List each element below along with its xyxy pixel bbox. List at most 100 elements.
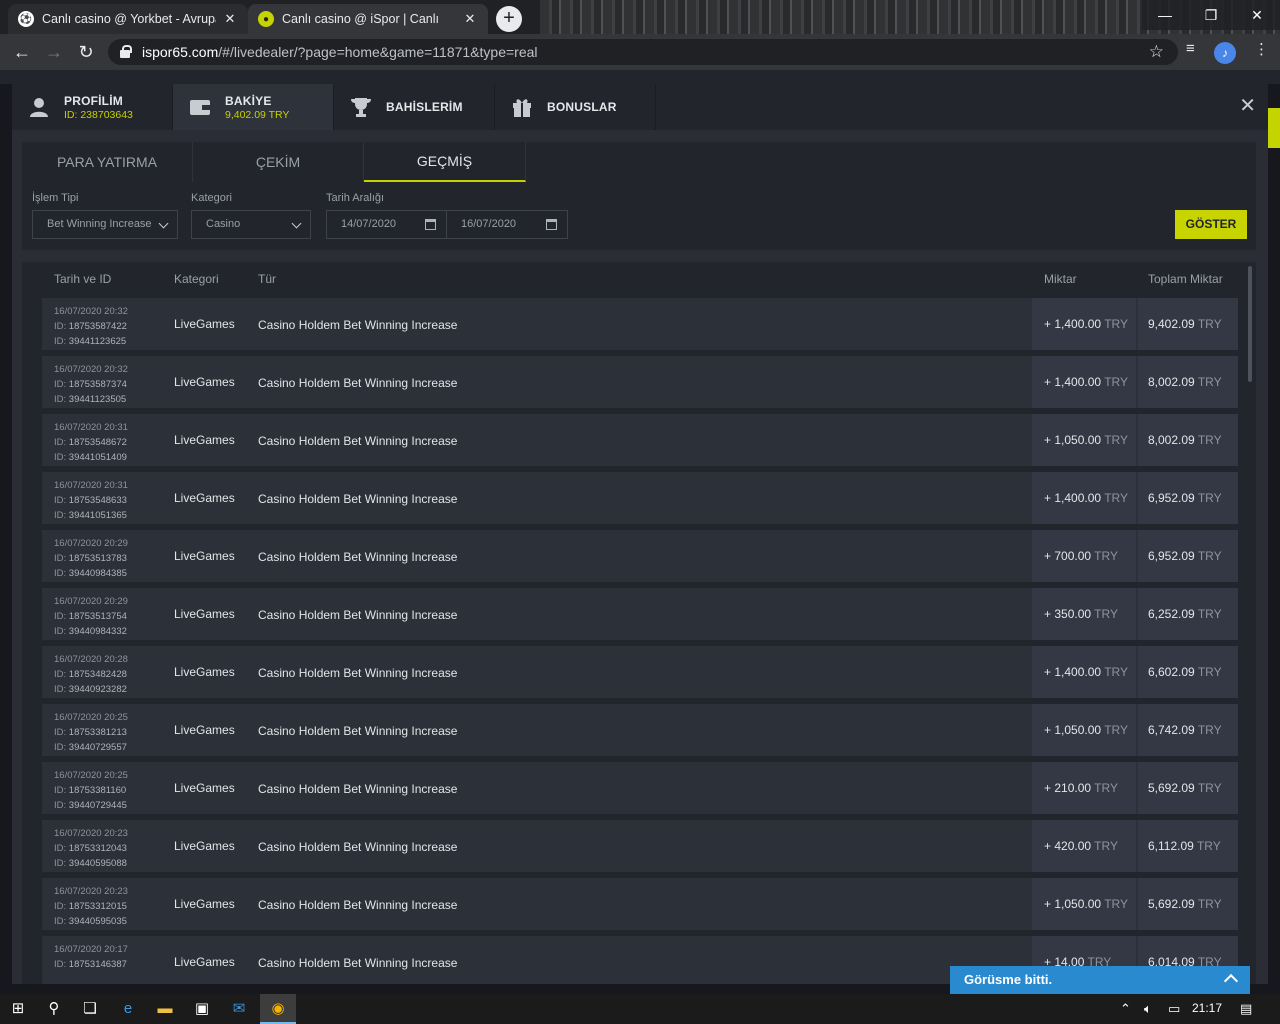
row-total: 5,692.09 TRY bbox=[1138, 762, 1238, 814]
row-total: 6,112.09 TRY bbox=[1138, 820, 1238, 872]
row-date: 16/07/2020 20:31 bbox=[54, 422, 128, 433]
address-bar[interactable]: ispor65.com/#/livedealer/?page=home&game… bbox=[108, 39, 1178, 65]
store-icon[interactable]: ▣ bbox=[192, 999, 212, 1019]
ispor-logo-icon: ● bbox=[258, 11, 274, 27]
table-row[interactable]: 16/07/2020 20:28 ID: 18753482428 ID: 39440… bbox=[42, 646, 1238, 698]
file-explorer-icon[interactable]: ▬ bbox=[155, 999, 175, 1019]
notification-icon[interactable]: ▤ bbox=[1240, 1001, 1252, 1017]
row-type: Casino Holdem Bet Winning Increase bbox=[258, 376, 458, 390]
profile-avatar-icon[interactable]: ♪ bbox=[1214, 42, 1236, 64]
row-category: LiveGames bbox=[174, 665, 235, 679]
row-category: LiveGames bbox=[174, 375, 235, 389]
tray-chevron-icon[interactable]: ⌃ bbox=[1120, 1001, 1131, 1017]
row-id1: ID: 18753548633 bbox=[54, 495, 127, 506]
chrome-icon[interactable]: ◉ bbox=[268, 999, 288, 1019]
chat-bar[interactable]: Görüsme bitti. bbox=[950, 966, 1250, 994]
tab-my-bets[interactable]: BAHİSLERİM bbox=[334, 84, 495, 130]
forward-arrow-icon[interactable]: → bbox=[42, 40, 66, 64]
edge-icon[interactable]: e bbox=[118, 999, 138, 1019]
close-tab-icon[interactable]: ✕ bbox=[222, 11, 238, 27]
tab-bonuses[interactable]: BONUSLAR bbox=[495, 84, 656, 130]
reload-icon[interactable]: ↻ bbox=[74, 40, 98, 64]
close-window-icon[interactable]: ✕ bbox=[1234, 0, 1280, 30]
table-row[interactable]: 16/07/2020 20:32 ID: 18753587374 ID: 39441… bbox=[42, 356, 1238, 408]
row-id2: ID: 39440923282 bbox=[54, 684, 127, 695]
table-row[interactable]: 16/07/2020 20:32 ID: 18753587422 ID: 39441… bbox=[42, 298, 1238, 350]
bookmark-star-icon[interactable]: ☆ bbox=[1149, 42, 1164, 62]
show-button[interactable]: GÖSTER bbox=[1175, 210, 1247, 239]
tab-balance-amount: 9,402.09 TRY bbox=[225, 108, 290, 121]
calendar-icon bbox=[546, 219, 557, 230]
subtab-withdraw[interactable]: ÇEKİM bbox=[193, 142, 364, 182]
row-id1: ID: 18753381213 bbox=[54, 727, 127, 738]
close-tab-icon[interactable]: ✕ bbox=[462, 11, 478, 27]
type-filter-value: Bet Winning Increase bbox=[47, 218, 152, 230]
row-id1: ID: 18753548672 bbox=[54, 437, 127, 448]
chevron-up-icon[interactable] bbox=[1223, 973, 1239, 989]
row-type: Casino Holdem Bet Winning Increase bbox=[258, 666, 458, 680]
media-control-icon[interactable]: ≡ bbox=[1186, 40, 1195, 57]
volume-icon[interactable]: 🔈︎ bbox=[1144, 1001, 1152, 1017]
tab-balance[interactable]: BAKİYE 9,402.09 TRY bbox=[173, 84, 334, 130]
windows-start-icon[interactable]: ⊞ bbox=[8, 999, 28, 1019]
task-view-icon[interactable]: ❏ bbox=[80, 999, 100, 1019]
subtab-history[interactable]: GEÇMİŞ bbox=[364, 142, 526, 182]
back-arrow-icon[interactable]: ← bbox=[10, 40, 34, 64]
history-filters: İşlem Tipi Bet Winning Increase Kategori… bbox=[22, 182, 1256, 250]
mail-icon[interactable]: ✉ bbox=[229, 999, 249, 1019]
new-tab-button[interactable]: + bbox=[496, 6, 522, 32]
col-category: Kategori bbox=[174, 272, 219, 286]
row-type: Casino Holdem Bet Winning Increase bbox=[258, 608, 458, 622]
taskbar-clock[interactable]: 21:17 bbox=[1192, 1001, 1222, 1015]
table-row[interactable]: 16/07/2020 20:23 ID: 18753312043 ID: 39440… bbox=[42, 820, 1238, 872]
row-amount: + 1,050.00 TRY bbox=[1032, 704, 1136, 756]
row-type: Casino Holdem Bet Winning Increase bbox=[258, 956, 458, 970]
row-id1: ID: 18753587422 bbox=[54, 321, 127, 332]
row-type: Casino Holdem Bet Winning Increase bbox=[258, 492, 458, 506]
window-controls: — ❐ ✕ bbox=[1142, 0, 1280, 30]
restore-icon[interactable]: ❐ bbox=[1188, 0, 1234, 30]
tab-profile-title: PROFİLİM bbox=[64, 93, 123, 108]
close-modal-icon[interactable]: ✕ bbox=[1239, 96, 1256, 116]
tab-balance-title: BAKİYE bbox=[225, 93, 272, 108]
table-row[interactable]: 16/07/2020 20:25 ID: 18753381213 ID: 39440… bbox=[42, 704, 1238, 756]
row-id2: ID: 39441123505 bbox=[54, 394, 127, 405]
row-date-id: 16/07/2020 20:25 ID: 18753381160 ID: 39440… bbox=[54, 768, 128, 813]
row-category: LiveGames bbox=[174, 723, 235, 737]
row-category: LiveGames bbox=[174, 607, 235, 621]
subtab-deposit[interactable]: PARA YATIRMA bbox=[22, 142, 193, 182]
row-amount: + 1,050.00 TRY bbox=[1032, 878, 1136, 930]
network-icon[interactable]: ▭ bbox=[1168, 1001, 1180, 1017]
minimize-icon[interactable]: — bbox=[1142, 0, 1188, 30]
table-row[interactable]: 16/07/2020 20:25 ID: 18753381160 ID: 39440… bbox=[42, 762, 1238, 814]
category-filter-select[interactable]: Casino bbox=[191, 210, 311, 239]
table-row[interactable]: 16/07/2020 20:29 ID: 18753513783 ID: 39440… bbox=[42, 530, 1238, 582]
row-type: Casino Holdem Bet Winning Increase bbox=[258, 318, 458, 332]
history-table: Tarih ve ID Kategori Tür Miktar Toplam M… bbox=[22, 262, 1256, 984]
row-category: LiveGames bbox=[174, 897, 235, 911]
browser-tab-ispor[interactable]: ● Canlı casino @ iSpor | Canlı ✕ bbox=[248, 4, 488, 34]
row-date: 16/07/2020 20:32 bbox=[54, 364, 128, 375]
windows-taskbar: ⊞ ⚲ ❏ e ▬ ▣ ✉ ◉ ⌃ 🔈︎ ▭ 21:17 ▤ bbox=[0, 994, 1280, 1024]
row-id1: ID: 18753513754 bbox=[54, 611, 127, 622]
search-icon[interactable]: ⚲ bbox=[44, 999, 64, 1019]
browser-tab-yorkbet[interactable]: ⚽ Canlı casino @ Yorkbet - Avrupa' ✕ bbox=[8, 4, 248, 34]
table-row[interactable]: 16/07/2020 20:31 ID: 18753548672 ID: 39441… bbox=[42, 414, 1238, 466]
category-filter-value: Casino bbox=[206, 218, 241, 230]
col-date-id: Tarih ve ID bbox=[54, 272, 112, 286]
table-row[interactable]: 16/07/2020 20:23 ID: 18753312015 ID: 39440… bbox=[42, 878, 1238, 930]
scrollbar[interactable] bbox=[1248, 266, 1252, 382]
menu-dots-icon[interactable]: ⋮ bbox=[1254, 40, 1269, 58]
row-type: Casino Holdem Bet Winning Increase bbox=[258, 782, 458, 796]
row-id1: ID: 18753587374 bbox=[54, 379, 127, 390]
table-row[interactable]: 16/07/2020 20:29 ID: 18753513754 ID: 39440… bbox=[42, 588, 1238, 640]
row-date: 16/07/2020 20:29 bbox=[54, 596, 128, 607]
type-filter-select[interactable]: Bet Winning Increase bbox=[32, 210, 178, 239]
date-to-input[interactable]: 16/07/2020 bbox=[446, 210, 568, 239]
tab-profile[interactable]: PROFİLİM ID: 238703643 bbox=[12, 84, 173, 130]
col-amount: Miktar bbox=[1044, 272, 1077, 286]
date-from-input[interactable]: 14/07/2020 bbox=[326, 210, 447, 239]
chevron-down-icon bbox=[291, 218, 302, 229]
table-row[interactable]: 16/07/2020 20:31 ID: 18753548633 ID: 39441… bbox=[42, 472, 1238, 524]
side-accent bbox=[1268, 108, 1280, 148]
